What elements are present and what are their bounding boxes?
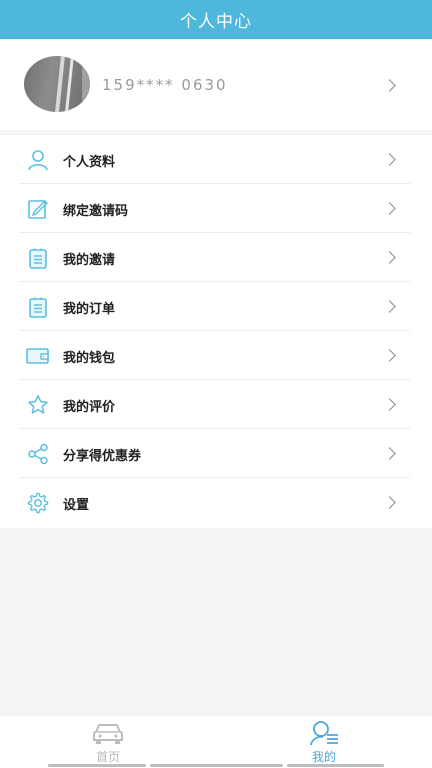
- menu-item-my-invites[interactable]: 我的邀请: [0, 233, 432, 282]
- star-icon: [26, 394, 50, 416]
- screen: 个人中心 159**** 0630 个人资料 绑定邀请码 我的邀请 我的订单 我…: [0, 0, 432, 768]
- menu-list: 个人资料 绑定邀请码 我的邀请 我的订单 我的钱包 我的评价 分享得优惠券 设置: [0, 135, 432, 528]
- chevron-right-icon: [383, 251, 396, 264]
- page-title: 个人中心: [180, 12, 252, 32]
- tab-mine[interactable]: 我的: [264, 716, 384, 768]
- chevron-right-icon: [383, 447, 396, 460]
- chevron-right-icon: [383, 496, 396, 509]
- list-icon: [26, 296, 50, 318]
- menu-item-share-coupon[interactable]: 分享得优惠券: [0, 429, 432, 478]
- menu-item-label: 我的钱包: [63, 351, 116, 366]
- chevron-right-icon: [383, 398, 396, 411]
- phone-number: 159**** 0630: [102, 76, 228, 94]
- tab-mine-label: 我的: [311, 750, 336, 764]
- menu-item-label: 我的评价: [63, 400, 116, 415]
- edit-icon: [26, 198, 50, 220]
- title-bar: 个人中心: [0, 0, 432, 39]
- tab-home[interactable]: 首页: [48, 716, 168, 768]
- chevron-right-icon: [383, 79, 396, 92]
- menu-item-my-wallet[interactable]: 我的钱包: [0, 331, 432, 380]
- home-indicator: [48, 764, 146, 767]
- wallet-icon: [26, 345, 50, 367]
- share-icon: [26, 443, 50, 465]
- menu-item-label: 个人资料: [63, 155, 116, 170]
- chevron-right-icon: [383, 349, 396, 362]
- menu-item-label: 我的邀请: [63, 253, 116, 268]
- chevron-right-icon: [383, 153, 396, 166]
- chevron-right-icon: [383, 202, 396, 215]
- gear-icon: [26, 492, 50, 514]
- tab-home-label: 首页: [95, 750, 120, 764]
- user-list-icon: [308, 720, 340, 746]
- menu-item-bind-invite-code[interactable]: 绑定邀请码: [0, 184, 432, 233]
- menu-item-profile[interactable]: 个人资料: [0, 135, 432, 184]
- menu-item-label: 绑定邀请码: [63, 204, 129, 219]
- menu-item-settings[interactable]: 设置: [0, 478, 432, 527]
- menu-item-label: 我的订单: [63, 302, 116, 317]
- menu-item-my-reviews[interactable]: 我的评价: [0, 380, 432, 429]
- car-icon: [92, 720, 124, 746]
- menu-item-my-orders[interactable]: 我的订单: [0, 282, 432, 331]
- profile-card[interactable]: 159**** 0630: [0, 40, 432, 130]
- chevron-right-icon: [383, 300, 396, 313]
- avatar[interactable]: [24, 56, 90, 112]
- list-icon: [26, 247, 50, 269]
- menu-item-label: 分享得优惠券: [63, 449, 142, 464]
- home-indicator: [150, 764, 283, 767]
- home-indicator: [287, 764, 384, 767]
- menu-item-label: 设置: [63, 498, 90, 513]
- user-icon: [26, 149, 50, 171]
- bottom-tab-bar: 首页 我的: [0, 716, 432, 768]
